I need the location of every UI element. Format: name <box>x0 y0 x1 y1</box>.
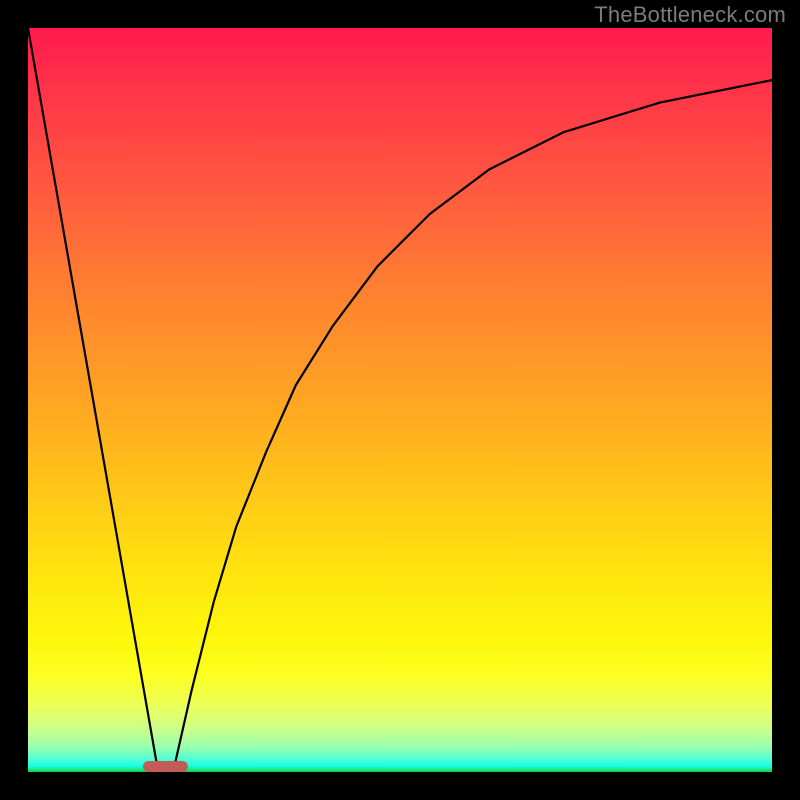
bottleneck-curve <box>28 28 772 772</box>
watermark-text: TheBottleneck.com <box>594 2 786 28</box>
curve-left-linear-drop <box>28 28 158 772</box>
minimum-marker <box>143 761 188 772</box>
curve-right-log-rise <box>173 80 772 772</box>
plot-area <box>28 28 772 772</box>
chart-root: TheBottleneck.com <box>0 0 800 800</box>
